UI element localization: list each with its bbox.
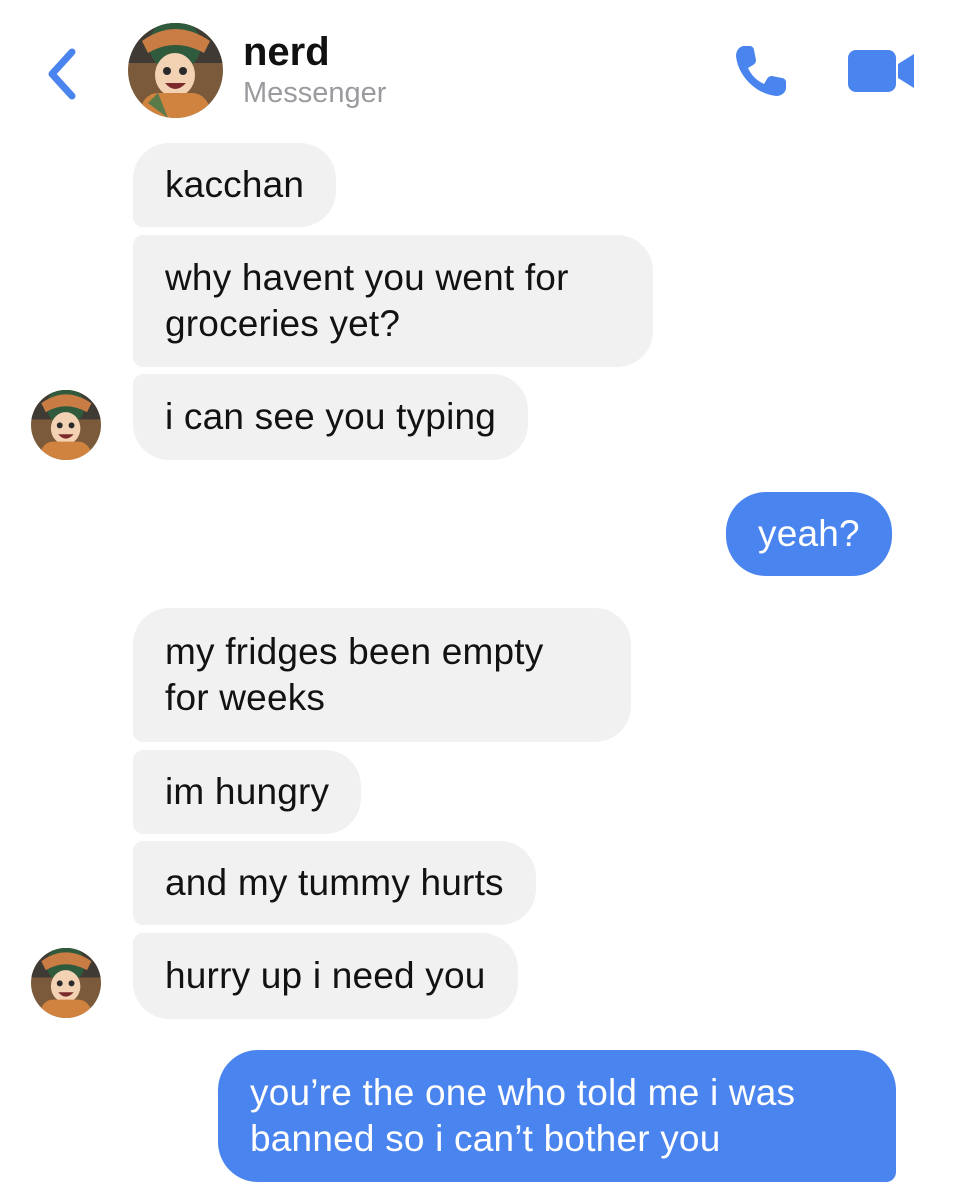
outgoing-message[interactable]: you’re the one who told me i was banned … xyxy=(218,1050,896,1182)
incoming-message[interactable]: kacchan xyxy=(133,143,337,227)
phone-icon xyxy=(736,46,786,96)
video-call-button[interactable] xyxy=(846,46,918,96)
message-text: i can see you typing xyxy=(165,396,497,437)
voice-call-button[interactable] xyxy=(730,40,792,102)
message-line: why havent you went for xyxy=(165,257,569,298)
back-button[interactable] xyxy=(40,40,86,104)
incoming-message[interactable]: im hungry xyxy=(133,750,362,834)
message-line: banned so i can’t bother you xyxy=(250,1118,721,1159)
header-subtitle: Messenger xyxy=(243,77,387,109)
incoming-message[interactable]: hurry up i need you xyxy=(133,933,518,1019)
contact-avatar[interactable] xyxy=(128,23,223,118)
video-camera-icon xyxy=(848,50,914,92)
contact-avatar[interactable] xyxy=(31,390,101,460)
incoming-message[interactable]: my fridges been empty for weeks xyxy=(133,608,631,742)
incoming-message[interactable]: why havent you went for groceries yet? xyxy=(133,235,653,367)
incoming-message[interactable]: and my tummy hurts xyxy=(133,841,536,925)
message-text: hurry up i need you xyxy=(165,955,486,996)
incoming-message[interactable]: i can see you typing xyxy=(133,374,529,460)
contact-avatar[interactable] xyxy=(31,948,101,1018)
outgoing-message[interactable]: yeah? xyxy=(726,492,892,576)
contact-name[interactable]: nerd xyxy=(243,30,330,74)
message-line: my fridges been empty xyxy=(165,631,544,672)
message-text: kacchan xyxy=(165,164,305,205)
message-text: and my tummy hurts xyxy=(165,862,504,903)
message-text: yeah? xyxy=(758,513,860,554)
message-line: for weeks xyxy=(165,677,326,718)
conversation-header: nerd Messenger xyxy=(0,0,958,132)
message-line: you’re the one who told me i was xyxy=(250,1072,796,1113)
message-text: im hungry xyxy=(165,771,330,812)
message-line: groceries yet? xyxy=(165,303,401,344)
chevron-left-icon xyxy=(48,48,76,100)
